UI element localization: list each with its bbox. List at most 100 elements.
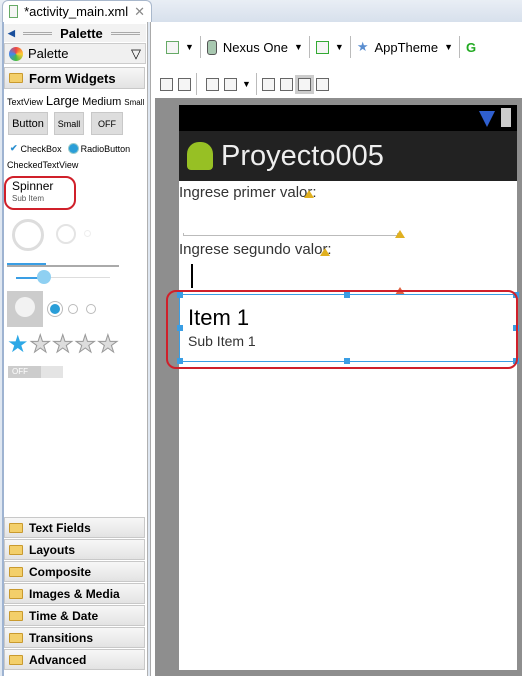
chevron-down-icon[interactable]: ▼	[185, 42, 194, 52]
folder-icon	[9, 588, 23, 599]
widget-switch[interactable]: OFF	[8, 366, 63, 378]
warning-icon	[304, 190, 314, 198]
spinner-highlight	[166, 290, 518, 369]
category-form-widgets[interactable]: Form Widgets	[4, 67, 145, 89]
widget-checkedtextview[interactable]: CheckedTextView	[7, 160, 78, 170]
palette-dropdown-label: Palette	[28, 46, 69, 61]
status-bar	[179, 105, 517, 131]
textview-widgets: TextView Large Medium Small	[7, 93, 144, 108]
star-filled-icon: ★	[7, 331, 30, 358]
theme-selector[interactable]: AppTheme	[374, 40, 438, 55]
device-icon	[206, 39, 217, 55]
warning-icon	[395, 230, 405, 238]
folder-icon	[9, 610, 23, 621]
tab-title: *activity_main.xml	[24, 4, 129, 19]
label-first-value: Ingrese primer valor:	[179, 184, 317, 201]
folder-icon	[9, 522, 23, 533]
widget-small-button[interactable]: Small	[54, 112, 84, 135]
radio-icon[interactable]	[86, 304, 96, 314]
palette-icon	[9, 46, 23, 61]
radio-icon[interactable]	[68, 304, 78, 314]
category-label: Transitions	[29, 630, 94, 645]
device-selector[interactable]: Nexus One	[223, 40, 288, 55]
widget-toggle-button[interactable]: OFF	[91, 112, 123, 135]
star-empty-icon: ★★★★	[29, 331, 120, 359]
chevron-down-icon[interactable]: ▼	[335, 42, 344, 52]
rotate-icon[interactable]	[315, 40, 329, 54]
folder-icon	[9, 544, 23, 555]
progress-medium-icon[interactable]	[56, 224, 76, 244]
edittext-second-cursor[interactable]	[191, 264, 193, 288]
wifi-icon	[479, 111, 495, 127]
widget-textview[interactable]: TextView	[7, 97, 43, 107]
folder-icon	[9, 654, 23, 665]
checkbox-radio-row: ✔ CheckBox RadioButton	[10, 143, 130, 154]
seek-bar[interactable]	[16, 270, 110, 284]
category-time-date[interactable]: Time & Date	[4, 605, 145, 626]
star-icon: ★	[356, 39, 369, 54]
folder-icon	[9, 566, 23, 577]
palette-header: ◀ Palette	[4, 24, 146, 42]
radio-group	[50, 304, 96, 314]
spinner-highlight	[4, 176, 76, 210]
margins-icon[interactable]	[206, 77, 219, 91]
folder-open-icon	[9, 73, 23, 83]
widget-medium-text[interactable]: Medium	[82, 96, 121, 108]
close-icon[interactable]: ✕	[134, 4, 145, 20]
switch-label: OFF	[8, 366, 41, 378]
fill-width-icon[interactable]	[160, 77, 173, 91]
label-second-value: Ingrese segundo valor:	[179, 241, 332, 258]
chevron-down-icon[interactable]: ▼	[242, 79, 251, 89]
tab-activity-main[interactable]: *activity_main.xml ✕	[2, 0, 152, 22]
toolbar-row-2: ▼	[160, 73, 329, 95]
category-images-media[interactable]: Images & Media	[4, 583, 145, 604]
category-composite[interactable]: Composite	[4, 561, 145, 582]
category-text-fields[interactable]: Text Fields	[4, 517, 145, 538]
chevron-down-icon[interactable]: ▼	[444, 42, 453, 52]
radio-icon[interactable]	[68, 144, 78, 153]
align-topright-icon[interactable]	[315, 77, 329, 91]
folder-icon	[9, 632, 23, 643]
palette-title: Palette	[60, 25, 103, 41]
xml-file-icon	[9, 5, 19, 18]
widget-checkbox[interactable]: CheckBox	[21, 144, 62, 154]
warning-icon	[320, 248, 330, 256]
align-center-icon[interactable]	[279, 77, 293, 91]
quick-contact-badge[interactable]	[7, 291, 43, 327]
category-label: Images & Media	[29, 586, 120, 601]
rating-bar[interactable]: ★★★★★	[7, 330, 120, 359]
align-baseline-icon[interactable]	[261, 77, 275, 91]
progress-small-icon[interactable]	[84, 230, 91, 237]
category-label: Composite	[29, 564, 92, 579]
action-bar: Proyecto005	[179, 131, 517, 181]
gravity-icon[interactable]	[224, 77, 237, 91]
category-label: Form Widgets	[29, 70, 116, 86]
toolbar-row-1: ▼ Nexus One ▼ ▼ ★ AppTheme ▼ G	[166, 36, 476, 58]
widget-radiobutton[interactable]: RadioButton	[81, 144, 131, 154]
palette-dropdown[interactable]: Palette ▽	[4, 43, 146, 64]
category-label: Layouts	[29, 542, 76, 557]
chevron-down-icon: ▽	[131, 45, 141, 61]
category-layouts[interactable]: Layouts	[4, 539, 145, 560]
radio-checked-icon[interactable]	[50, 304, 60, 314]
chevron-down-icon[interactable]: ▼	[294, 42, 303, 52]
edittext-first[interactable]	[183, 233, 398, 236]
category-label: Time & Date	[29, 608, 99, 623]
category-transitions[interactable]: Transitions	[4, 627, 145, 648]
xml-file-icon[interactable]	[166, 40, 179, 54]
activity-icon[interactable]: G	[466, 40, 476, 55]
widget-large-text[interactable]: Large	[46, 93, 79, 108]
widget-small-text[interactable]: Small	[124, 98, 144, 107]
collapse-icon[interactable]: ◀	[8, 28, 15, 39]
progress-large-icon[interactable]	[12, 219, 44, 251]
battery-icon	[501, 108, 511, 127]
category-label: Advanced	[29, 652, 87, 667]
category-advanced[interactable]: Advanced	[4, 649, 145, 670]
checkbox-icon[interactable]: ✔	[10, 143, 18, 154]
align-topleft-icon[interactable]	[297, 77, 311, 91]
category-label: Text Fields	[29, 520, 91, 535]
fill-height-icon[interactable]	[178, 77, 191, 91]
app-title: Proyecto005	[221, 139, 384, 172]
widget-button[interactable]: Button	[8, 112, 48, 135]
progress-bar[interactable]	[7, 263, 119, 267]
